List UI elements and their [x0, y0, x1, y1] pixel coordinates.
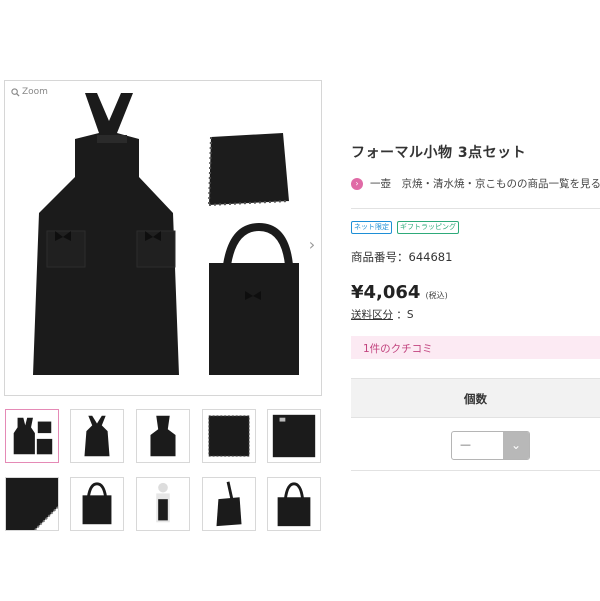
chevron-down-icon: ⌄: [503, 432, 529, 459]
thumbnail-apron-front-image: [84, 415, 110, 457]
quantity-label: 個数: [464, 392, 487, 406]
product-number: 商品番号：644681: [351, 250, 453, 264]
thumbnail-7[interactable]: [70, 477, 124, 531]
price-row: ¥4,064 (税込): [351, 282, 448, 303]
thumbnail-apron-back-image: [150, 415, 176, 457]
thumbnail-tote-front-image: [277, 482, 311, 527]
thumbnail-tote-side-image: [216, 481, 242, 527]
main-product-image[interactable]: Zoom ›: [4, 80, 322, 396]
thumbnail-10[interactable]: [267, 477, 321, 531]
thumbnail-3[interactable]: [136, 409, 190, 463]
product-title: フォーマル小物 3点セット: [351, 145, 527, 161]
thumbnail-tote-bag-image: [82, 482, 112, 525]
thumbnail-cloth-image: [208, 415, 250, 457]
tax-note: (税込): [425, 291, 448, 300]
next-image-arrow[interactable]: ›: [305, 235, 319, 255]
shop-products-link[interactable]: › 一壺 京焼・清水焼・京こものの商品一覧を見る: [351, 176, 600, 191]
thumbnail-4[interactable]: [202, 409, 256, 463]
price: ¥4,064: [351, 282, 421, 303]
quantity-header: 個数: [351, 378, 600, 418]
divider: [351, 208, 600, 209]
thumbnail-cloth-corner-image: [6, 478, 58, 530]
shipping-class-link[interactable]: 送料区分: [351, 309, 393, 321]
gift-wrapping-badge: ギフトラッピング: [397, 221, 459, 234]
quantity-value: —: [460, 438, 471, 451]
thumbnail-8[interactable]: [136, 477, 190, 531]
thumbnail-2[interactable]: [70, 409, 124, 463]
product-photo: [33, 93, 299, 375]
review-link[interactable]: 1件のクチコミ: [363, 341, 433, 356]
shipping-class-value: ：S: [396, 309, 414, 321]
shipping-class: 送料区分 ：S: [351, 307, 414, 322]
thumbnail-9[interactable]: [202, 477, 256, 531]
review-bar: 1件のクチコミ: [351, 336, 600, 359]
thumbnail-apron-worn-image: [156, 482, 170, 523]
thumbnail-set-image: [13, 417, 53, 455]
badge-group: ネット限定 ギフトラッピング: [351, 221, 459, 234]
net-exclusive-badge: ネット限定: [351, 221, 392, 234]
thumbnail-6[interactable]: [5, 477, 59, 531]
circle-arrow-icon: ›: [351, 177, 363, 190]
thumbnail-cloth-folded-image: [272, 414, 316, 458]
divider-bottom: [351, 470, 600, 471]
thumbnail-1[interactable]: [5, 409, 59, 463]
shop-link-text: 一壺 京焼・清水焼・京こものの商品一覧を見る: [370, 178, 600, 190]
thumbnail-5[interactable]: [267, 409, 321, 463]
quantity-select[interactable]: — ⌄: [451, 431, 530, 460]
